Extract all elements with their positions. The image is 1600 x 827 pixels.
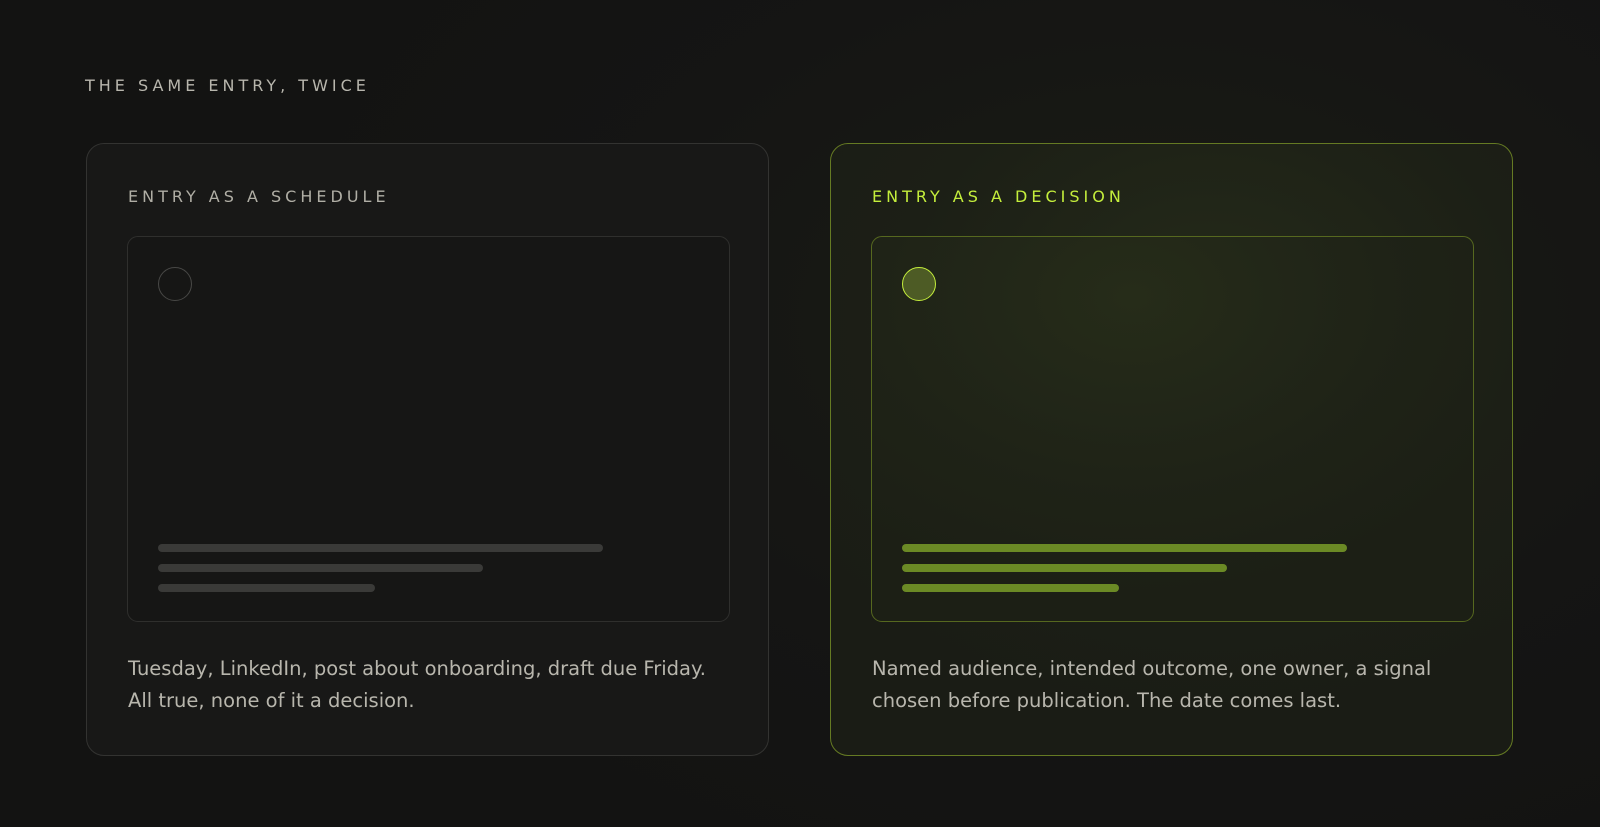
decision-card: ENTRY AS A DECISION Named audience, inte… xyxy=(830,143,1513,756)
decision-card-title: ENTRY AS A DECISION xyxy=(872,187,1125,206)
decision-caption: Named audience, intended outcome, one ow… xyxy=(872,657,1432,712)
decision-preview xyxy=(871,236,1474,622)
schedule-preview xyxy=(127,236,730,622)
schedule-card-title: ENTRY AS A SCHEDULE xyxy=(128,187,390,206)
decision-placeholder-line-3 xyxy=(902,584,1119,592)
schedule-avatar-circle xyxy=(158,267,192,301)
schedule-placeholder-line-2 xyxy=(158,564,483,572)
schedule-caption: Tuesday, LinkedIn, post about onboarding… xyxy=(128,657,706,712)
decision-placeholder-line-1 xyxy=(902,544,1347,552)
schedule-card: ENTRY AS A SCHEDULE Tuesday, LinkedIn, p… xyxy=(86,143,769,756)
decision-avatar-circle xyxy=(902,267,936,301)
decision-placeholder-line-2 xyxy=(902,564,1227,572)
section-eyebrow: THE SAME ENTRY, TWICE xyxy=(85,76,370,95)
schedule-placeholder-line-1 xyxy=(158,544,603,552)
schedule-placeholder-line-3 xyxy=(158,584,375,592)
